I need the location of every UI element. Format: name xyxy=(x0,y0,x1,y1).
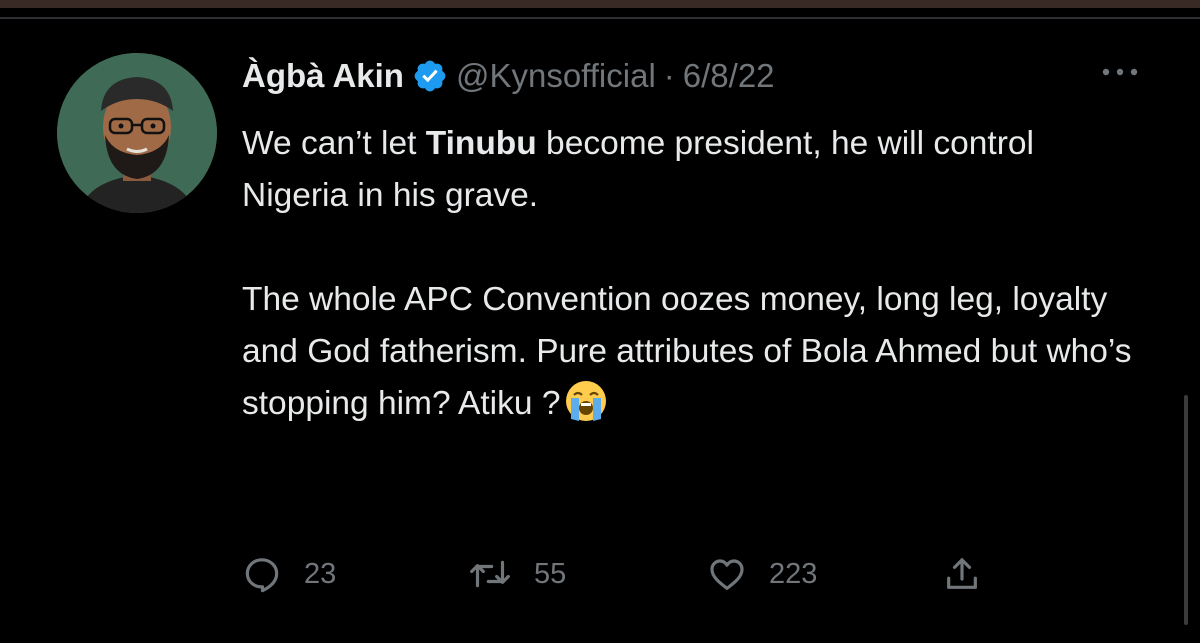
tweet-bold-name: Tinubu xyxy=(425,125,537,162)
tweet-actions: 23 55 223 xyxy=(242,552,1002,596)
retweet-button[interactable]: 55 xyxy=(468,552,566,596)
tweet-header: Àgbà Akin @Kynsofficial · 6/8/22 xyxy=(242,52,775,100)
reply-icon xyxy=(245,558,279,593)
more-options-icon[interactable] xyxy=(1098,62,1142,82)
reply-count: 23 xyxy=(304,557,337,590)
top-divider xyxy=(0,17,1200,19)
retweet-count: 55 xyxy=(534,557,567,590)
like-icon xyxy=(710,559,744,590)
tweet-paragraph-2: The whole APC Convention oozes money, lo… xyxy=(242,274,1142,430)
top-strip xyxy=(0,0,1200,8)
loudly-crying-face-icon xyxy=(564,379,608,423)
avatar[interactable] xyxy=(57,53,217,213)
retweet-icon xyxy=(470,560,510,588)
user-handle[interactable]: @Kynsofficial xyxy=(456,57,656,95)
tweet-paragraph-1: We can’t let Tinubu become president, he… xyxy=(242,118,1142,222)
display-name[interactable]: Àgbà Akin xyxy=(242,57,404,95)
tweet-text: We can’t let Tinubu become president, he… xyxy=(242,118,1142,430)
tweet-date[interactable]: 6/8/22 xyxy=(683,57,775,95)
share-icon xyxy=(947,558,977,589)
tweet-screenshot: Àgbà Akin @Kynsofficial · 6/8/22 We can’… xyxy=(0,0,1200,643)
like-count: 223 xyxy=(769,557,818,590)
tweet-text-segment: We can’t let xyxy=(242,125,426,162)
verified-badge-icon xyxy=(412,58,448,94)
separator-dot: · xyxy=(663,57,675,94)
scrollbar[interactable] xyxy=(1184,395,1188,625)
share-button[interactable] xyxy=(942,552,982,596)
reply-button[interactable]: 23 xyxy=(242,552,336,596)
tweet-text-segment: The whole APC Convention oozes money, lo… xyxy=(242,281,1132,422)
like-button[interactable]: 223 xyxy=(707,552,817,596)
